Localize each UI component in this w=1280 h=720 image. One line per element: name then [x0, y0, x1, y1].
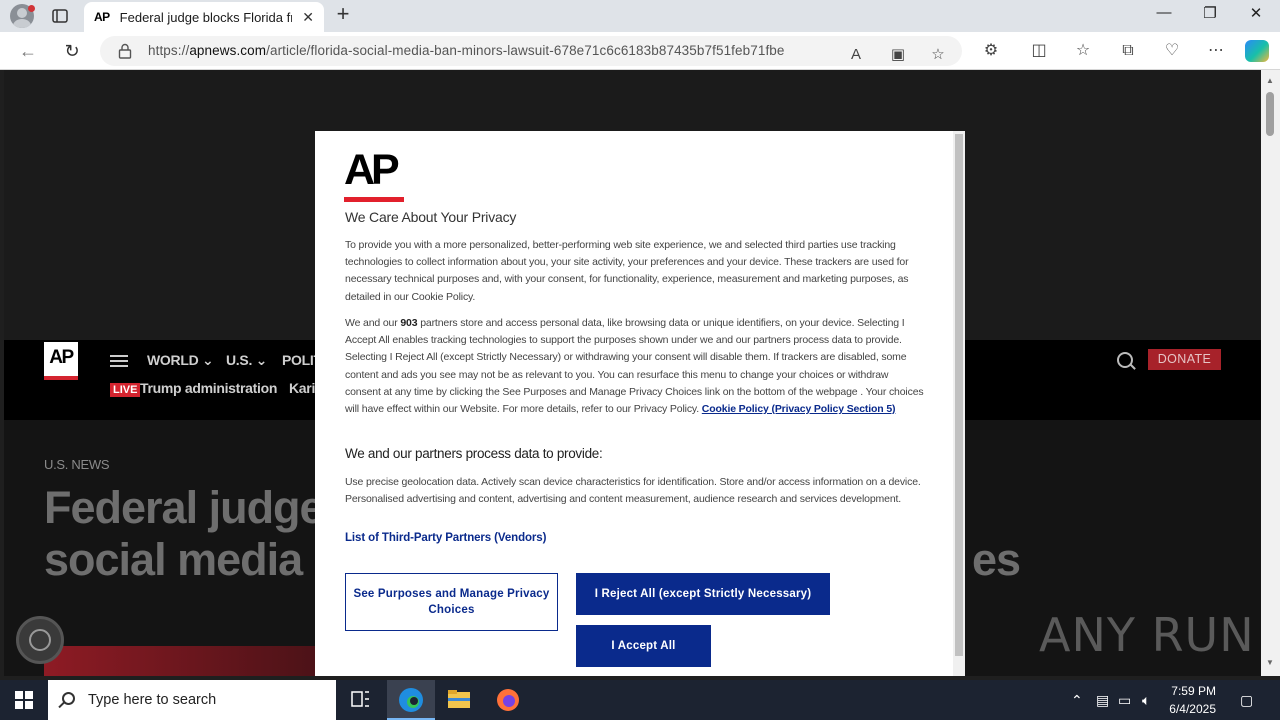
live-badge: LIVE	[110, 383, 141, 397]
modal-scrollbar-thumb[interactable]	[955, 134, 963, 656]
modal-ap-logo: AP	[344, 149, 404, 203]
reject-all-button[interactable]: I Reject All (except Strictly Necessary)	[576, 573, 830, 615]
windows-taskbar: Type here to search ⌃ ▤ ▭ 🔈︎ 7:59 PM 6/4…	[0, 680, 1280, 720]
manage-privacy-choices-button[interactable]: See Purposes and Manage Privacy Choices	[345, 573, 558, 631]
privacy-consent-modal: AP We Care About Your Privacy To provide…	[315, 131, 965, 676]
minimize-icon[interactable]: —	[1142, 4, 1186, 21]
network-icon[interactable]: ▭	[1118, 692, 1131, 709]
tab-close-icon[interactable]: ✕	[302, 9, 314, 26]
donate-button[interactable]: DONATE	[1148, 349, 1221, 370]
notification-icon[interactable]: ▢	[1240, 692, 1253, 709]
firefox-icon[interactable]	[484, 680, 532, 720]
accessibility-icon[interactable]	[16, 616, 64, 664]
accept-all-button[interactable]: I Accept All	[576, 625, 711, 667]
browser-tab-active[interactable]: AP Federal judge blocks Florida from ✕	[84, 2, 324, 32]
trending-link-trump[interactable]: Trump administration	[140, 380, 277, 396]
back-arrow-icon[interactable]: ←	[17, 40, 39, 62]
split-screen-icon[interactable]: ◫	[1029, 41, 1049, 61]
profile-notification-dot	[28, 5, 35, 12]
browser-essentials-icon[interactable]: ♡	[1162, 41, 1182, 61]
volume-icon[interactable]: 🔈︎	[1142, 692, 1150, 709]
tab-actions-icon[interactable]	[50, 6, 70, 26]
page-scrollbar[interactable]: ▲ ▼	[1261, 70, 1280, 676]
taskbar-search-box[interactable]: Type here to search	[48, 680, 336, 720]
vendors-list-link[interactable]: List of Third-Party Partners (Vendors)	[345, 532, 546, 544]
clock-time[interactable]: 7:59 PM	[1160, 684, 1216, 698]
nav-item-world[interactable]: WORLD ⌄	[147, 352, 214, 369]
task-view-icon[interactable]	[336, 680, 384, 720]
copilot-icon[interactable]	[1245, 40, 1269, 62]
refresh-icon[interactable]: ↻	[61, 40, 83, 62]
nav-item-us[interactable]: U.S. ⌄	[226, 352, 267, 369]
privacy-partners-text: We and our 903 partners store and access…	[345, 317, 924, 416]
privacy-intro-text: To provide you with a more personalized,…	[345, 239, 909, 303]
file-explorer-icon[interactable]	[435, 680, 483, 720]
read-aloud-icon[interactable]: A	[846, 45, 866, 65]
site-search-icon[interactable]	[1117, 352, 1133, 368]
edge-taskbar-icon[interactable]	[387, 680, 435, 720]
more-menu-icon[interactable]: ⋯	[1206, 41, 1226, 61]
page-scrollbar-thumb[interactable]	[1266, 92, 1274, 136]
extensions-icon[interactable]: ⚙	[981, 41, 1001, 61]
purposes-text: Use precise geolocation data. Actively s…	[345, 476, 921, 506]
tab-title: Federal judge blocks Florida from	[119, 9, 292, 25]
browser-tab-bar: AP Federal judge blocks Florida from ✕ +…	[0, 0, 1280, 32]
taskbar-search-placeholder: Type here to search	[88, 692, 217, 708]
favorites-icon[interactable]: ☆	[1073, 41, 1093, 61]
collections-icon[interactable]: ⧉	[1118, 41, 1138, 61]
favorite-star-icon[interactable]: ☆	[928, 45, 948, 65]
modal-title: We Care About Your Privacy	[345, 209, 517, 225]
ap-logo[interactable]: AP	[44, 342, 78, 380]
immersive-reader-icon[interactable]: ▣	[888, 45, 908, 65]
restore-icon[interactable]: ❐	[1188, 4, 1232, 22]
new-tab-icon[interactable]: +	[332, 3, 354, 26]
url-field[interactable]: https://apnews.com/article/florida-socia…	[100, 36, 962, 66]
windows-start-icon[interactable]	[15, 691, 33, 709]
clock-date[interactable]: 6/4/2025	[1160, 702, 1216, 716]
hamburger-menu-icon[interactable]	[110, 355, 128, 367]
lock-icon[interactable]	[118, 43, 132, 59]
close-window-icon[interactable]: ✕	[1234, 4, 1278, 22]
tab-favicon: AP	[94, 10, 110, 24]
anyrun-watermark: ANY RUN	[1039, 608, 1255, 662]
tray-chevron-icon[interactable]: ⌃	[1071, 692, 1083, 709]
taskbar-search-icon	[62, 692, 75, 705]
section-label[interactable]: U.S. NEWS	[44, 457, 110, 472]
purposes-heading: We and our partners process data to prov…	[345, 446, 603, 461]
trending-link-kari[interactable]: Kari	[289, 380, 315, 396]
modal-scrollbar[interactable]	[953, 131, 965, 676]
hero-image	[44, 646, 324, 676]
cookie-policy-link[interactable]: Cookie Policy (Privacy Policy Section 5)	[702, 403, 896, 415]
tray-security-icon[interactable]: ▤	[1096, 692, 1109, 709]
url-text: https://apnews.com/article/florida-socia…	[148, 43, 785, 58]
